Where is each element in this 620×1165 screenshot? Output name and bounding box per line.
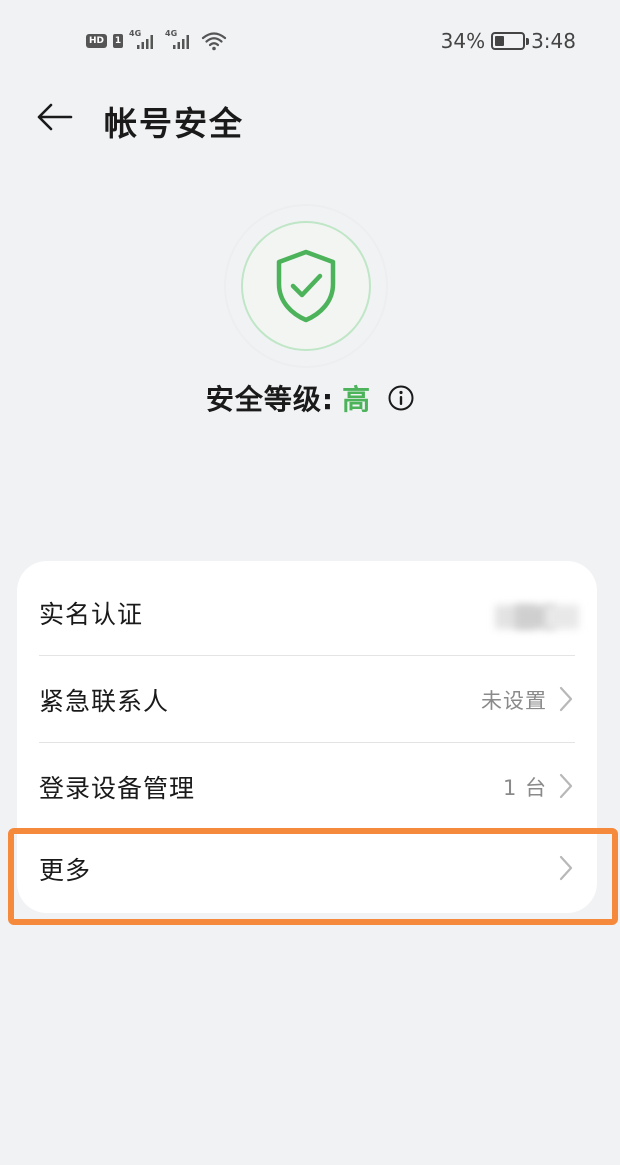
chevron-right-icon (559, 773, 573, 799)
list-item-value: 1 台 (502, 775, 547, 800)
battery-icon (491, 32, 530, 50)
security-level-value: 高 (342, 383, 371, 416)
list-item-more[interactable]: 更多 (17, 825, 597, 912)
list-item-label: 紧急联系人 (39, 686, 170, 716)
list-item-real-name[interactable]: 实名认证 (17, 569, 597, 656)
shield-check-icon (276, 249, 336, 323)
signal-4g-icon: 4G (129, 29, 159, 52)
sim-1-icon: 1 (113, 34, 124, 48)
arrow-left-icon (37, 103, 73, 131)
page-title: 帐号安全 (104, 104, 244, 143)
battery-percent: 34% (440, 29, 486, 53)
list-item-login-devices[interactable]: 登录设备管理 1 台 (17, 743, 597, 830)
list-item-label: 实名认证 (39, 599, 144, 629)
wifi-icon (201, 32, 227, 51)
list-item-value: 未设置 (481, 688, 547, 713)
info-circle-icon[interactable] (388, 385, 414, 411)
chevron-right-icon (559, 686, 573, 712)
chevron-right-icon (559, 855, 573, 881)
status-left: HD 1 4G 4G (86, 28, 227, 54)
battery-fill (495, 36, 505, 46)
blurred-value (495, 605, 579, 629)
back-button[interactable] (30, 95, 78, 139)
status-right: 34% 3:48 (441, 28, 576, 54)
signal-4g-icon: 4G (165, 29, 195, 52)
security-level-label: 安全等级: (205, 383, 335, 416)
hd-icon: HD (86, 34, 108, 48)
list-item-emergency-contact[interactable]: 紧急联系人 未设置 (17, 656, 597, 743)
status-bar: HD 1 4G 4G 34% 3:48 (0, 0, 620, 80)
list-item-label: 登录设备管理 (39, 773, 196, 803)
app-header: 帐号安全 (0, 85, 620, 149)
settings-card: 实名认证 紧急联系人 未设置 登录设备管理 1 台 更多 (17, 561, 597, 913)
security-status-graphic (224, 204, 388, 368)
list-item-label: 更多 (39, 855, 92, 885)
security-level: 安全等级: 高 (0, 376, 620, 420)
clock: 3:48 (531, 29, 576, 53)
